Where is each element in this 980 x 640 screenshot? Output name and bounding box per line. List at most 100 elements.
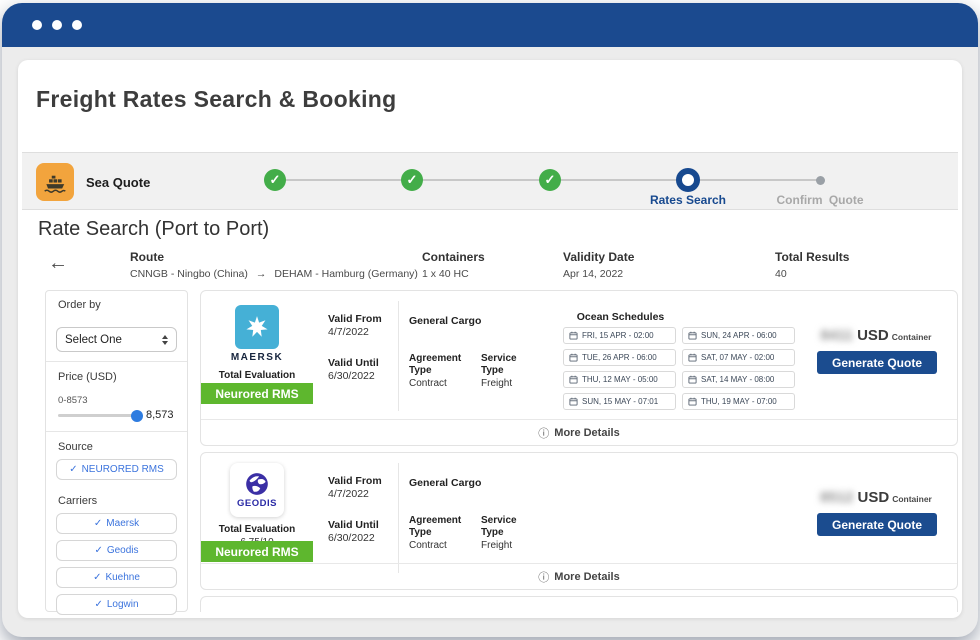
price-range-label: 0-8573 [58,395,88,406]
step-rates-search-current[interactable] [676,168,700,192]
cargo-type: General Cargo [409,477,481,489]
more-details-button[interactable]: ⓘ More Details [201,419,957,445]
more-details-button[interactable]: ⓘ More Details [201,563,957,589]
carrier-name: GEODIS [237,498,277,509]
containers-summary: Containers 1 x 40 HC [422,250,485,280]
agreement-type-label: Agreement Type [409,353,467,377]
result-card-maersk: MAERSK Total Evaluation 7.9/10 Neurored … [200,290,958,446]
carrier-toggle-maersk[interactable]: ✓ Maersk [56,513,177,534]
valid-from-label: Valid From [328,313,382,325]
calendar-icon [569,353,578,362]
validity-value: Apr 14, 2022 [563,268,634,280]
generate-quote-button[interactable]: Generate Quote [817,351,937,374]
step-label-confirm-quote: Confirm Quote [755,193,885,207]
carrier-toggle-geodis[interactable]: ✓ Geodis [56,540,177,561]
total-results-value: 40 [775,268,849,280]
check-icon: ✓ [93,572,101,583]
step-confirm-quote-dot [816,176,825,185]
check-icon: ✓ [94,518,102,529]
currency: USD [858,489,890,506]
total-results-summary: Total Results 40 [775,250,849,280]
price-slider-value: 8,573 [146,409,174,421]
schedule-chip[interactable]: TUE, 26 APR - 06:00 [563,349,676,366]
step-3-done-icon[interactable]: ✓ [539,169,561,191]
divider [398,463,399,573]
more-details-label: More Details [554,427,619,439]
cargo-type: General Cargo [409,315,481,327]
price-line: 8411 USD Container [801,327,951,344]
service-type: Service Type Freight [481,353,539,390]
carrier-name: MAERSK [201,352,313,363]
schedule-chip[interactable]: THU, 19 MAY - 07:00 [682,393,795,410]
valid-from-value: 4/7/2022 [328,326,369,338]
result-card-partial [200,596,958,612]
schedule-chip[interactable]: SUN, 15 MAY - 07:01 [563,393,676,410]
step-1-done-icon[interactable]: ✓ [264,169,286,191]
carrier-toggle-label: Maersk [106,518,139,529]
order-by-label: Order by [58,299,101,311]
per-unit: Container [892,494,932,504]
order-by-value: Select One [65,334,122,346]
main-card: Freight Rates Search & Booking Sea Quote… [18,60,962,618]
route-destination: DEHAM - Hamburg (Germany) [274,268,418,280]
schedule-grid: FRI, 15 APR - 02:00 SUN, 24 APR - 06:00 … [563,327,795,410]
calendar-icon [688,331,697,340]
stepper: Sea Quote ✓ ✓ ✓ Rates Search Confirm Quo… [22,152,958,210]
divider [46,361,187,362]
window-dot[interactable] [32,20,42,30]
ocean-schedules-label: Ocean Schedules [563,311,678,323]
agreement-type-label: Agreement Type [409,515,467,539]
page-title: Freight Rates Search & Booking [36,86,396,113]
source-banner: Neurored RMS [201,541,313,562]
schedule-chip[interactable]: FRI, 15 APR - 02:00 [563,327,676,344]
calendar-icon [569,331,578,340]
validity-summary: Validity Date Apr 14, 2022 [563,250,634,280]
geodis-logo: GEODIS [230,463,284,517]
carrier-toggle-logwin[interactable]: ✓ Logwin [56,594,177,615]
price-redacted: 8512 [820,489,853,506]
back-button[interactable]: ← [48,252,68,275]
price-line: 8512 USD Container [801,489,951,506]
valid-until-label: Valid Until [328,357,379,369]
route-origin: CNNGB - Ningbo (China) [130,268,248,280]
schedule-chip[interactable]: SUN, 24 APR - 06:00 [682,327,795,344]
ship-icon [36,163,74,201]
order-by-select[interactable]: Select One [56,327,177,352]
route-label: Route [130,250,418,264]
service-type-value: Freight [481,378,539,390]
total-results-label: Total Results [775,250,849,264]
info-icon: ⓘ [538,425,549,441]
calendar-icon [688,397,697,406]
calendar-icon [688,375,697,384]
valid-from-label: Valid From [328,475,382,487]
currency: USD [857,327,889,344]
valid-until-value: 6/30/2022 [328,370,375,382]
carrier-toggle-kuehne[interactable]: ✓ Kuehne [56,567,177,588]
window-dot[interactable] [52,20,62,30]
agreement-type: Agreement Type Contract [409,515,467,552]
results-list: MAERSK Total Evaluation 7.9/10 Neurored … [200,290,958,612]
agreement-type-value: Contract [409,378,467,390]
window-dot[interactable] [72,20,82,30]
carrier-toggle-label: Logwin [107,599,139,610]
result-card-geodis: GEODIS Total Evaluation 6.75/10 Neurored… [200,452,958,590]
generate-quote-button[interactable]: Generate Quote [817,513,937,536]
schedule-chip[interactable]: SAT, 14 MAY - 08:00 [682,371,795,388]
info-icon: ⓘ [538,569,549,585]
schedule-chip[interactable]: THU, 12 MAY - 05:00 [563,371,676,388]
more-details-label: More Details [554,571,619,583]
filters-sidebar: Order by Select One Price (USD) 0-8573 8… [45,290,188,612]
service-type-value: Freight [481,540,539,552]
check-icon: ✓ [94,545,102,556]
schedule-chip[interactable]: SAT, 07 MAY - 02:00 [682,349,795,366]
section-heading: Rate Search (Port to Port) [38,218,269,241]
price-slider[interactable] [58,414,138,417]
carriers-filter-label: Carriers [58,495,97,507]
check-icon: ✓ [69,464,77,475]
step-2-done-icon[interactable]: ✓ [401,169,423,191]
source-toggle-neurored-rms[interactable]: ✓ NEURORED RMS [56,459,177,480]
price-slider-thumb[interactable] [131,410,143,422]
check-icon: ✓ [94,599,102,610]
browser-window: Freight Rates Search & Booking Sea Quote… [2,3,978,637]
calendar-icon [569,397,578,406]
